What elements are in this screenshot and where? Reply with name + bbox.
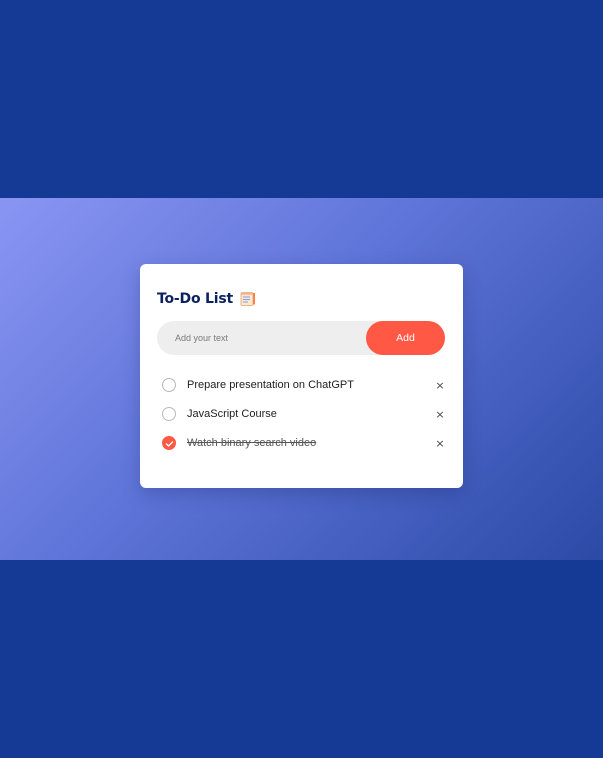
task-input[interactable] bbox=[175, 321, 360, 355]
task-label: Prepare presentation on ChatGPT bbox=[187, 379, 354, 391]
task-label: JavaScript Course bbox=[187, 408, 277, 420]
checkbox-unchecked-icon[interactable] bbox=[162, 407, 176, 421]
todo-card: To-Do List Add Prepare presentation on C… bbox=[140, 264, 463, 488]
task-label: Watch binary search video bbox=[187, 437, 317, 449]
task-item[interactable]: Prepare presentation on ChatGPT × bbox=[162, 375, 447, 395]
delete-icon[interactable]: × bbox=[433, 407, 447, 421]
task-item[interactable]: JavaScript Course × bbox=[162, 404, 447, 424]
title-row: To-Do List bbox=[157, 289, 256, 309]
delete-icon[interactable]: × bbox=[433, 378, 447, 392]
page-title: To-Do List bbox=[157, 291, 233, 307]
task-item[interactable]: Watch binary search video × bbox=[162, 433, 447, 453]
checkbox-unchecked-icon[interactable] bbox=[162, 378, 176, 392]
add-button[interactable]: Add bbox=[366, 321, 445, 355]
notepad-icon bbox=[240, 291, 256, 307]
checkbox-checked-icon[interactable] bbox=[162, 436, 176, 450]
delete-icon[interactable]: × bbox=[433, 436, 447, 450]
task-input-row: Add bbox=[157, 321, 445, 355]
